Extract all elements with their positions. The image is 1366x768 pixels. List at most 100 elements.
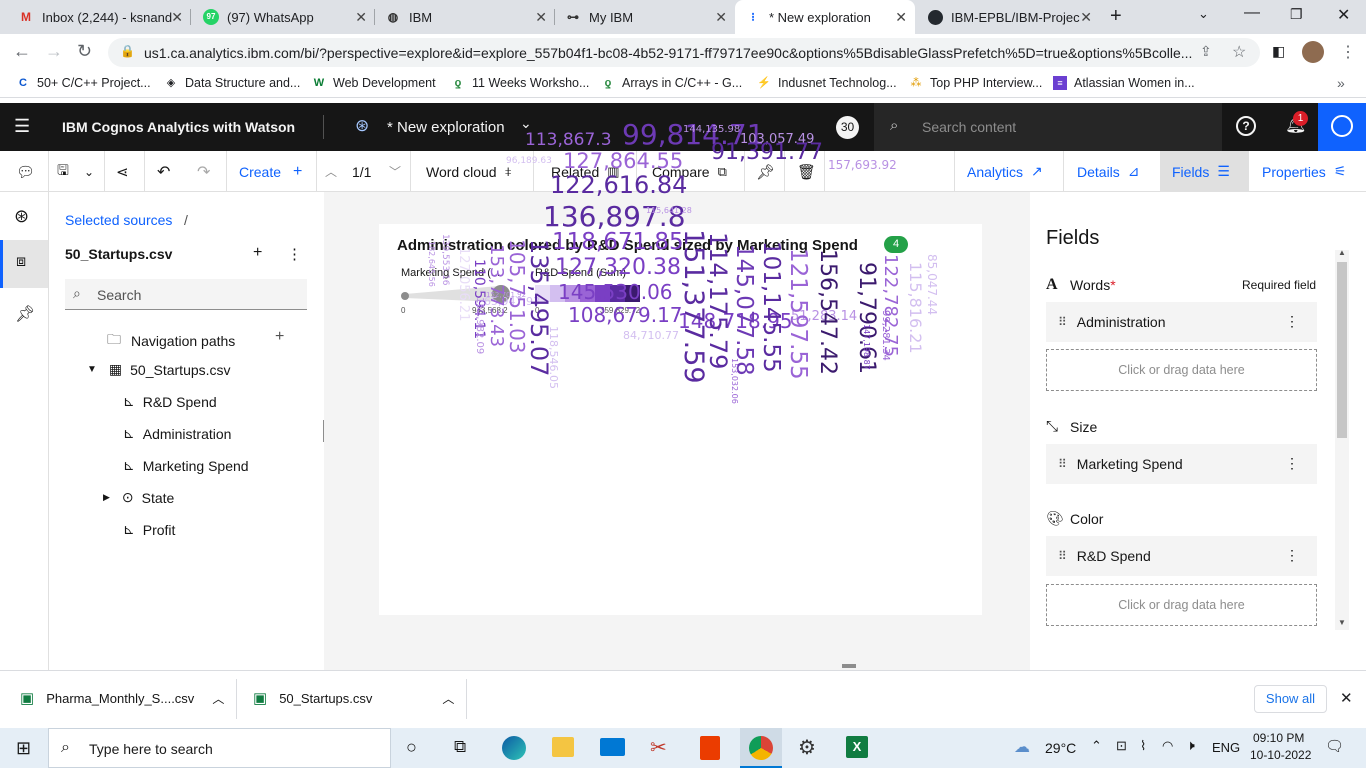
words-field[interactable]: ⠿ Administration ⋮ (1046, 302, 1317, 342)
chevron-down-icon[interactable]: ﹀ (389, 151, 401, 192)
more-bookmarks-icon[interactable]: » (1337, 75, 1345, 91)
office-icon[interactable] (700, 736, 720, 760)
word-cloud-word[interactable]: 152,982.09 (474, 297, 485, 354)
timer-badge[interactable]: 30 (836, 116, 859, 139)
show-all-button[interactable]: Show all (1254, 685, 1327, 713)
word-cloud-word[interactable]: 147,198.87 (862, 324, 871, 370)
word-cloud-card[interactable]: Administration colored by R&D Spend size… (379, 120, 982, 615)
clock-date[interactable]: 10-10-2022 (1250, 748, 1311, 762)
undo-icon[interactable]: ↶ (157, 151, 170, 192)
share-icon[interactable]: ⋖ (116, 151, 129, 192)
chevron-down-icon[interactable]: ⌄ (84, 151, 94, 192)
comment-icon[interactable]: 💬︎ (16, 151, 35, 192)
word-cloud-word[interactable]: 157,693.92 (828, 159, 897, 171)
scroll-thumb[interactable] (1337, 262, 1347, 438)
word-cloud-word[interactable]: 115,641.28 (646, 206, 692, 215)
side-panel-icon[interactable]: ◧ (1272, 43, 1285, 60)
word-cloud-word[interactable]: 139,553.16 (440, 234, 450, 286)
word-cloud-word[interactable]: 85,047.44 (925, 254, 939, 315)
snipping-tool-icon[interactable]: ✂ (650, 735, 667, 760)
redo-icon[interactable]: ↷ (197, 151, 210, 192)
chrome-taskbar-button[interactable] (740, 728, 782, 768)
reload-icon[interactable]: ↻ (77, 41, 92, 62)
chevron-up-icon[interactable]: ︿ (325, 151, 337, 192)
close-icon[interactable]: ✕ (535, 9, 547, 26)
tree-table[interactable]: ▼ ▦ 50_Startups.csv (87, 361, 231, 378)
mail-icon[interactable] (600, 738, 625, 756)
word-cloud-word[interactable]: 118,546.05 (547, 326, 560, 389)
close-icon[interactable]: ✕ (715, 9, 727, 26)
tree-column[interactable]: ⊾ Administration (123, 425, 231, 442)
words-drop-zone[interactable]: Click or drag data here (1046, 349, 1317, 391)
create-button[interactable]: Create + (239, 151, 302, 192)
size-field[interactable]: ⠿ Marketing Spend ⋮ (1046, 444, 1317, 484)
bookmark-item[interactable]: W Web Development (312, 76, 436, 90)
chevron-up-icon[interactable]: ︿ (212, 690, 224, 707)
download-item[interactable]: ▣ 50_Startups.csv ︿ (253, 689, 454, 707)
weather-temp[interactable]: 29°C (1045, 740, 1076, 756)
browser-menu-icon[interactable]: ⋮ (1340, 42, 1356, 62)
tab-search-icon[interactable]: ⌄ (1198, 6, 1209, 22)
scroll-up-icon[interactable]: ▲ (1338, 248, 1346, 257)
close-icon[interactable]: ✕ (1080, 9, 1092, 26)
fields-scrollbar[interactable]: ▲ ▼ (1335, 248, 1349, 630)
sources-tab[interactable]: ⧈ (0, 240, 48, 288)
properties-button[interactable]: Properties ⚟ (1262, 151, 1346, 192)
word-cloud-word[interactable]: 105,751.03 (505, 239, 529, 354)
word-cloud-word[interactable]: 115,816.21 (906, 262, 925, 354)
word-cloud-word[interactable]: 127,056.21 (456, 247, 471, 321)
assistant-icon[interactable]: ⊛ (14, 206, 29, 227)
volume-icon[interactable]: 🕨 (1186, 737, 1195, 754)
window-close-icon[interactable]: ✕ (1337, 5, 1350, 25)
restore-icon[interactable]: ❐ (1290, 6, 1303, 23)
tab-whatsapp[interactable]: 97 (97) WhatsApp ✕ (193, 0, 375, 34)
add-source-icon[interactable]: + (253, 244, 262, 262)
bookmark-item[interactable]: ƍ Arrays in C/C++ - G... (601, 76, 743, 90)
back-icon[interactable]: ← (13, 41, 31, 62)
pin-icon[interactable]: 📌︎ (15, 304, 35, 324)
word-cloud-word[interactable]: 144,135.98 (683, 125, 740, 135)
overflow-menu-icon[interactable]: ⋮ (1285, 455, 1299, 472)
word-cloud-word[interactable]: 182,645.56 (427, 241, 436, 287)
tree-column[interactable]: ⊾ Profit (123, 521, 175, 538)
overflow-menu-icon[interactable]: ⋮ (1285, 547, 1299, 564)
file-explorer-icon[interactable] (552, 737, 574, 757)
meet-icon[interactable]: ⊡ (1116, 738, 1127, 754)
task-view-icon[interactable]: ⧉ (454, 737, 466, 757)
word-cloud-word[interactable]: 145,530.06 (558, 282, 673, 302)
close-icon[interactable]: ✕ (355, 9, 367, 26)
hamburger-menu-icon[interactable]: ☰ (14, 116, 30, 137)
tab-my-ibm[interactable]: ⊶ My IBM ✕ (555, 0, 735, 34)
language-indicator[interactable]: ENG (1212, 740, 1240, 755)
word-cloud-word[interactable]: 122,616.84 (550, 173, 687, 197)
bookmark-item[interactable]: ⁂ Top PHP Interview... (909, 76, 1043, 90)
analytics-button[interactable]: Analytics ↗ (967, 151, 1043, 192)
word-cloud-word[interactable]: 151,377.59 (678, 229, 709, 384)
word-cloud-word[interactable]: 101,145.55 (758, 241, 784, 373)
tree-navigation-paths[interactable]: 🗀 Navigation paths (107, 329, 235, 353)
tree-column[interactable]: ▶ ⊙ State (103, 489, 174, 506)
word-cloud-word[interactable]: 127,320.38 (555, 257, 681, 279)
word-cloud-word[interactable]: 114,175.79 (704, 232, 732, 369)
cortana-icon[interactable]: ○ (406, 737, 417, 758)
tray-up-icon[interactable]: ⌃ (1091, 738, 1102, 754)
word-cloud-word[interactable]: 145,077.58 (731, 244, 757, 376)
notifications-icon[interactable]: 🗨︎ (1325, 737, 1344, 755)
word-cloud-word[interactable]: 91,391.77 (711, 142, 823, 164)
word-cloud-word[interactable]: 153,032.06 (730, 358, 739, 404)
bookmark-star-icon[interactable]: ☆ (1232, 42, 1246, 62)
bookmark-item[interactable]: ◈ Data Structure and... (164, 76, 301, 90)
word-cloud-word[interactable]: 96,189.63 (506, 156, 552, 166)
fields-button[interactable]: Fields ☰ (1172, 151, 1230, 192)
new-tab-icon[interactable]: + (1110, 5, 1122, 28)
bookmark-item[interactable]: ⚡ Indusnet Technolog... (757, 76, 896, 90)
tab-ibm[interactable]: ◍ IBM ✕ (375, 0, 555, 34)
word-cloud-word[interactable]: 118,671.85 (552, 230, 684, 254)
word-cloud-word[interactable]: 127,864.55 (563, 151, 683, 172)
word-cloud-word[interactable]: 156,547.42 (815, 249, 840, 375)
bookmark-item[interactable]: C 50+ C/C++ Project... (16, 76, 151, 90)
word-cloud-word[interactable]: 121,597.55 (785, 248, 811, 380)
chevron-up-icon[interactable]: ︿ (442, 690, 454, 707)
tab-new-exploration[interactable]: ⁝ * New exploration ✕ (735, 0, 915, 34)
word-cloud-word[interactable]: 113,867.3 (525, 132, 612, 149)
